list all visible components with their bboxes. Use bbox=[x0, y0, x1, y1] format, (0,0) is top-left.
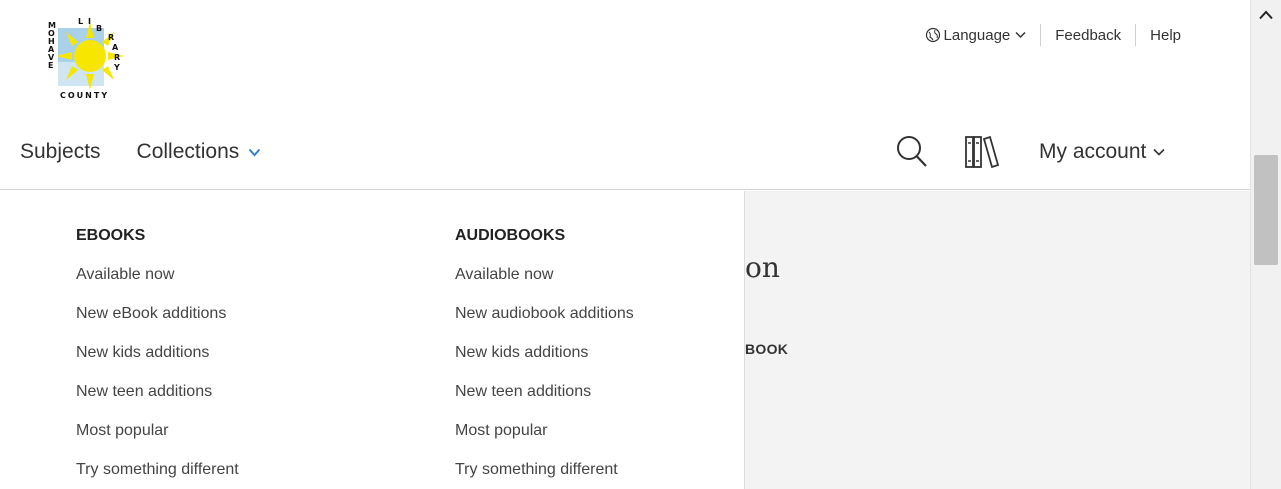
page-content-background: on BOOK bbox=[745, 191, 1250, 489]
ebooks-link-new-additions[interactable]: New eBook additions bbox=[76, 305, 239, 329]
audiobooks-heading: AUDIOBOOKS bbox=[455, 227, 566, 244]
ebooks-link-most-popular[interactable]: Most popular bbox=[76, 422, 239, 446]
language-label: Language bbox=[943, 26, 1011, 44]
collections-dropdown: EBOOKS Available now New eBook additions… bbox=[8, 191, 745, 489]
mohave-county-library-logo-image: M O H A V E L I B R A R Y COUNTY bbox=[48, 17, 124, 100]
chevron-down-icon bbox=[249, 148, 261, 156]
feedback-link[interactable]: Feedback bbox=[1040, 24, 1135, 46]
search-icon[interactable] bbox=[895, 134, 929, 170]
audiobooks-link-new-additions[interactable]: New audiobook additions bbox=[455, 305, 634, 329]
svg-text:COUNTY: COUNTY bbox=[60, 91, 109, 100]
svg-text:E: E bbox=[48, 61, 53, 70]
nav-collections[interactable]: Collections bbox=[137, 140, 262, 164]
feedback-label: Feedback bbox=[1055, 26, 1122, 44]
library-logo[interactable]: M O H A V E L I B R A R Y COUNTY bbox=[44, 14, 128, 102]
svg-text:Y: Y bbox=[113, 63, 120, 72]
svg-text:A: A bbox=[112, 43, 119, 52]
ebooks-link-available-now[interactable]: Available now bbox=[76, 266, 239, 290]
page-scrollbar[interactable] bbox=[1250, 0, 1281, 489]
audiobooks-link-most-popular[interactable]: Most popular bbox=[455, 422, 634, 446]
nav-menu: Subjects Collections bbox=[20, 140, 261, 164]
ebooks-link-new-teen[interactable]: New teen additions bbox=[76, 383, 239, 407]
nav-collections-label: Collections bbox=[136, 140, 240, 163]
help-label: Help bbox=[1150, 26, 1181, 44]
chevron-down-icon bbox=[1153, 148, 1165, 156]
my-account-label: My account bbox=[1039, 140, 1147, 163]
language-selector[interactable]: Language bbox=[911, 24, 1041, 46]
ebooks-link-new-kids[interactable]: New kids additions bbox=[76, 344, 239, 368]
nav-subjects[interactable]: Subjects bbox=[20, 140, 101, 164]
globe-icon bbox=[925, 27, 940, 43]
chevron-up-icon[interactable] bbox=[1259, 10, 1273, 20]
svg-text:I: I bbox=[88, 17, 91, 26]
utility-links: Language Feedback Help bbox=[911, 24, 1195, 46]
page-subheading-fragment: BOOK bbox=[745, 341, 789, 357]
scrollbar-thumb[interactable] bbox=[1254, 155, 1278, 265]
chevron-down-icon bbox=[1015, 31, 1026, 39]
my-account-menu[interactable]: My account bbox=[1039, 140, 1165, 164]
ebooks-column: EBOOKS Available now New eBook additions… bbox=[76, 227, 239, 489]
nav-subjects-label: Subjects bbox=[20, 140, 101, 163]
audiobooks-link-new-teen[interactable]: New teen additions bbox=[455, 383, 634, 407]
svg-text:B: B bbox=[96, 24, 102, 33]
audiobooks-link-available-now[interactable]: Available now bbox=[455, 266, 634, 290]
audiobooks-link-try-different[interactable]: Try something different bbox=[455, 461, 634, 485]
bookshelf-icon[interactable] bbox=[963, 134, 1003, 170]
ebooks-heading: EBOOKS bbox=[76, 227, 146, 244]
svg-text:R: R bbox=[108, 33, 114, 42]
page-heading-fragment: on bbox=[745, 251, 780, 284]
svg-text:L: L bbox=[78, 17, 83, 26]
ebooks-link-try-different[interactable]: Try something different bbox=[76, 461, 239, 485]
main-navbar: Subjects Collections My account bbox=[0, 120, 1250, 190]
svg-text:R: R bbox=[114, 53, 120, 62]
help-link[interactable]: Help bbox=[1135, 24, 1195, 46]
audiobooks-link-new-kids[interactable]: New kids additions bbox=[455, 344, 634, 368]
audiobooks-column: AUDIOBOOKS Available now New audiobook a… bbox=[455, 227, 634, 489]
